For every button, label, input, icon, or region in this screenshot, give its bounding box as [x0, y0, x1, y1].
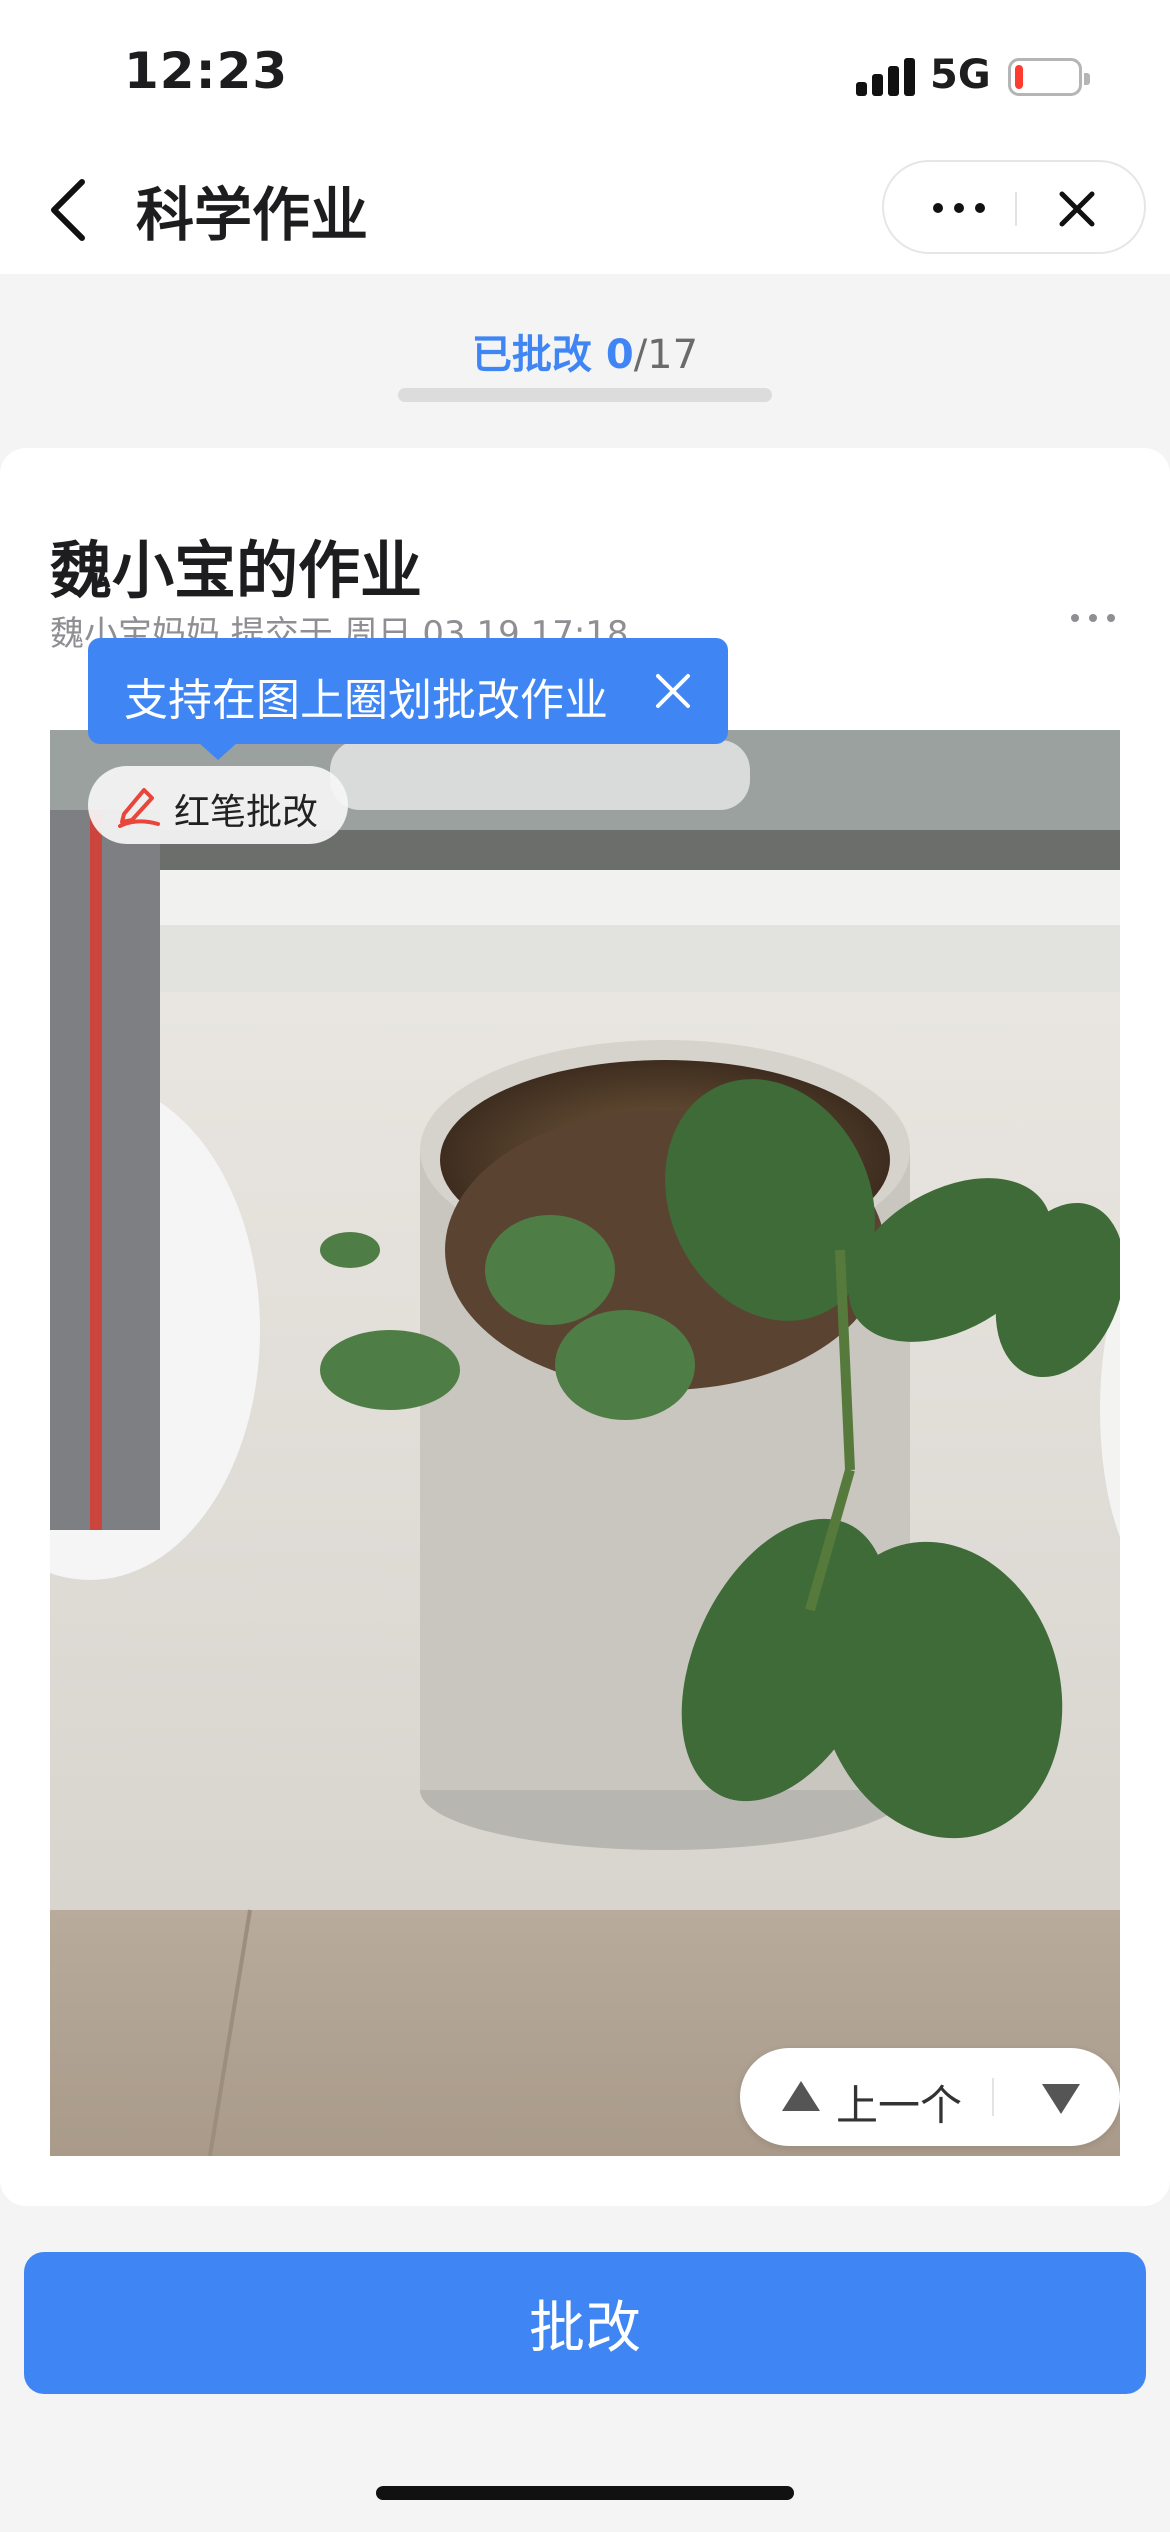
- previous-button[interactable]: 上一个: [836, 2072, 962, 2133]
- graded-count: 0: [605, 332, 634, 378]
- red-pen-button[interactable]: 红笔批改: [88, 766, 348, 844]
- feature-tooltip: 支持在图上圈划批改作业: [88, 638, 728, 760]
- homework-title: 魏小宝的作业: [50, 534, 423, 607]
- pen-icon: [116, 782, 162, 828]
- nav-bar: 科学作业: [0, 150, 1170, 274]
- close-icon[interactable]: [648, 666, 698, 716]
- mini-program-capsule: [882, 160, 1146, 254]
- chevron-left-icon[interactable]: [42, 170, 102, 250]
- home-indicator: [376, 2486, 794, 2500]
- network-type: 5G: [930, 52, 991, 98]
- pager-control: 上一个: [740, 2048, 1120, 2146]
- page-title: 科学作业: [136, 181, 369, 249]
- tooltip-text: 支持在图上圈划批改作业: [124, 675, 608, 726]
- total-count: /17: [633, 332, 699, 378]
- more-horizontal-icon[interactable]: [924, 186, 994, 230]
- grading-progress: 已批改 0/17: [0, 322, 1170, 380]
- battery-icon: [1008, 58, 1090, 96]
- tooltip-arrow: [198, 742, 238, 760]
- signal-icon: [856, 58, 916, 96]
- triangle-up-icon[interactable]: [782, 2081, 820, 2111]
- graded-label: 已批改: [471, 332, 592, 378]
- homework-card: 魏小宝的作业 魏小宝妈妈 提交于 周日 03.19 17:18 红笔批改 上一个…: [0, 448, 1170, 2206]
- red-pen-label: 红笔批改: [174, 792, 319, 833]
- triangle-down-icon[interactable]: [1042, 2084, 1080, 2114]
- more-horizontal-icon[interactable]: [1068, 608, 1118, 628]
- status-time: 12:23: [124, 42, 289, 100]
- grade-button[interactable]: 批改: [24, 2252, 1146, 2394]
- homework-photo[interactable]: 红笔批改 上一个: [50, 730, 1120, 2156]
- pager-divider: [992, 2078, 994, 2116]
- capsule-divider: [1015, 192, 1017, 226]
- progress-bar: [398, 388, 772, 402]
- status-bar: 12:23 5G: [0, 0, 1170, 150]
- close-icon[interactable]: [1050, 182, 1104, 236]
